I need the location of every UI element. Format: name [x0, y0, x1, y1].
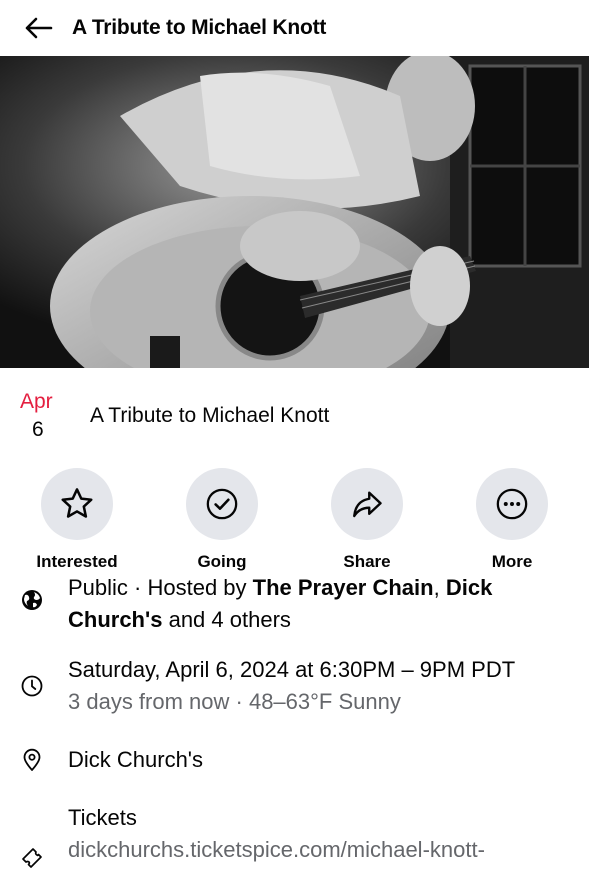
share-label: Share — [343, 552, 391, 571]
cover-image — [0, 56, 589, 368]
check-circle-icon — [206, 488, 238, 520]
date-badge: Apr 6 — [0, 390, 78, 468]
more-circle[interactable] — [476, 468, 548, 540]
privacy-prefix: Public · Hosted by — [68, 575, 253, 600]
globe-icon — [22, 590, 42, 610]
share-arrow-icon — [353, 491, 382, 518]
tickets-row[interactable]: Tickets dickchurchs.ticketspice.com/mich… — [0, 776, 589, 870]
map-pin-icon — [23, 748, 41, 771]
going-circle[interactable] — [186, 468, 258, 540]
time-row: Saturday, April 6, 2024 at 6:30PM – 9PM … — [0, 636, 589, 718]
event-cover-photo[interactable] — [0, 56, 589, 368]
host-link-1[interactable]: The Prayer Chain — [253, 575, 434, 600]
more-dots-icon — [496, 488, 528, 520]
tickets-link[interactable]: dickchurchs.ticketspice.com/michael-knot… — [68, 834, 485, 866]
interested-button[interactable]: Interested — [22, 468, 132, 572]
interested-label: Interested — [36, 552, 118, 571]
privacy-text: Public · Hosted by The Prayer Chain, Dic… — [68, 572, 569, 636]
back-button[interactable] — [20, 10, 56, 46]
more-button[interactable]: More — [457, 468, 567, 572]
interested-circle[interactable] — [41, 468, 113, 540]
clock-icon — [21, 675, 43, 697]
going-label: Going — [197, 552, 247, 571]
more-label: More — [491, 552, 533, 571]
time-text: Saturday, April 6, 2024 at 6:30PM – 9PM … — [68, 654, 515, 718]
going-button[interactable]: Going — [167, 468, 277, 572]
share-circle[interactable] — [331, 468, 403, 540]
location-row[interactable]: Dick Church's — [0, 718, 589, 776]
location-name[interactable]: Dick Church's — [68, 744, 203, 776]
page-title: A Tribute to Michael Knott — [72, 16, 327, 39]
arrow-left-icon — [25, 17, 53, 39]
event-summary: Apr 6 A Tribute to Michael Knott — [0, 368, 589, 468]
event-relative-weather: 3 days from now · 48–63°F Sunny — [68, 689, 401, 714]
privacy-row: Public · Hosted by The Prayer Chain, Dic… — [0, 572, 589, 636]
share-button[interactable]: Share — [312, 468, 422, 572]
star-icon — [61, 488, 93, 518]
tickets-label: Tickets — [68, 805, 137, 830]
tickets-text: Tickets dickchurchs.ticketspice.com/mich… — [68, 802, 485, 866]
event-name: A Tribute to Michael Knott — [90, 404, 330, 427]
top-bar: A Tribute to Michael Knott — [0, 0, 589, 56]
ticket-icon — [22, 848, 42, 868]
date-day: 6 — [32, 418, 44, 441]
date-month: Apr — [20, 390, 53, 413]
action-bar: Interested Going Share More — [0, 468, 589, 572]
privacy-suffix[interactable]: and 4 others — [162, 607, 291, 632]
event-datetime: Saturday, April 6, 2024 at 6:30PM – 9PM … — [68, 657, 516, 682]
privacy-separator: , — [433, 575, 446, 600]
